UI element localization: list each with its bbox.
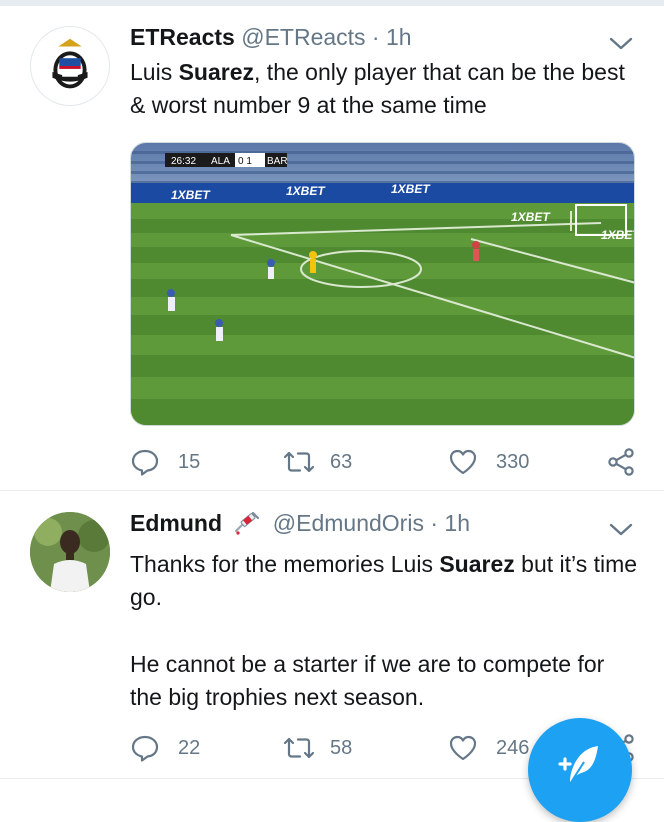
reply-button[interactable]: 15 — [130, 442, 200, 482]
user-handle[interactable]: @ETReacts — [241, 24, 365, 50]
retweet-button[interactable]: 58 — [282, 728, 352, 768]
share-icon — [608, 448, 634, 476]
tweet-header: ETReacts @ETReacts · 1h — [130, 20, 412, 54]
chevron-down-icon[interactable] — [608, 34, 634, 52]
separator-dot: · — [423, 510, 445, 536]
avatar-etreacts[interactable] — [30, 26, 110, 106]
profile-photo — [30, 512, 110, 592]
tweet-media-video[interactable]: 1XBET 1XBET 1XBET 1XBET 1XBET 26:32 ALA … — [130, 142, 635, 426]
reply-count: 15 — [178, 450, 201, 473]
ad-board-3: 1XBET — [391, 182, 431, 196]
tweet-divider — [0, 490, 664, 491]
like-count: 330 — [496, 450, 530, 473]
heart-icon — [449, 735, 477, 761]
ad-board-1: 1XBET — [171, 188, 211, 202]
reply-icon — [131, 449, 159, 476]
tweet-actions: 15 63 330 — [130, 442, 640, 482]
avatar-edmund[interactable] — [30, 512, 110, 592]
like-button[interactable]: 246 — [448, 728, 529, 768]
like-button[interactable]: 330 — [448, 442, 529, 482]
football-video-frame: 1XBET 1XBET 1XBET 1XBET 1XBET 26:32 ALA … — [131, 143, 635, 425]
timestamp[interactable]: 1h — [444, 510, 470, 536]
ad-board-2: 1XBET — [286, 184, 326, 198]
share-button[interactable] — [606, 442, 636, 482]
timestamp[interactable]: 1h — [386, 24, 412, 50]
ad-board-5: 1XBET — [601, 228, 635, 242]
compose-tweet-button[interactable] — [528, 718, 632, 822]
heart-icon — [449, 449, 477, 475]
chevron-down-icon[interactable] — [608, 520, 634, 538]
tweet-text: Luis Suarez, the only player that can be… — [130, 59, 625, 118]
scoreboard-time: 26:32 — [171, 156, 196, 167]
retweet-icon — [283, 737, 315, 759]
scoreboard-overlay: 26:32 ALA 0 1 BAR — [165, 153, 288, 167]
retweet-count: 63 — [330, 450, 353, 473]
retweet-count: 58 — [330, 736, 353, 759]
ad-board-4: 1XBET — [511, 210, 551, 224]
display-name[interactable]: ETReacts — [130, 24, 235, 50]
tweet-etreacts[interactable]: ETReacts @ETReacts · 1h Luis Suarez, the… — [0, 6, 664, 492]
display-name[interactable]: Edmund — [130, 510, 222, 536]
separator-dot: · — [365, 24, 386, 50]
tweet-text-paragraph-2: He cannot be a starter if we are to comp… — [130, 651, 605, 710]
scoreboard-score: 0 1 — [238, 156, 252, 167]
compose-tweet-icon — [558, 746, 598, 785]
syringe-emoji-icon — [235, 511, 260, 535]
club-crest-icon — [52, 38, 88, 89]
scoreboard-away: BAR — [267, 156, 288, 167]
scoreboard-home: ALA — [211, 156, 230, 167]
user-handle[interactable]: @EdmundOris — [273, 510, 424, 536]
retweet-button[interactable]: 63 — [282, 442, 352, 482]
tweet-text: Thanks for the memories Luis Suarez but … — [130, 551, 638, 610]
reply-icon — [131, 735, 159, 762]
retweet-icon — [283, 451, 315, 473]
tweet-header: Edmund @EdmundOris · 1h — [130, 506, 470, 540]
reply-count: 22 — [178, 736, 201, 759]
like-count: 246 — [496, 736, 530, 759]
reply-button[interactable]: 22 — [130, 728, 200, 768]
